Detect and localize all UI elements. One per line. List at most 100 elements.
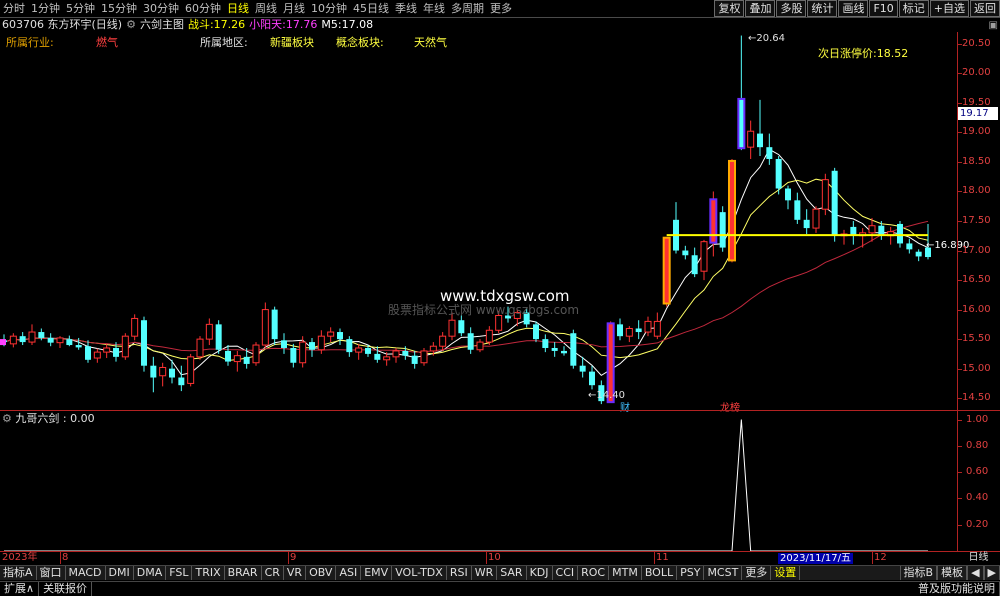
- date-tick-mark: [288, 552, 289, 564]
- period-9[interactable]: 10分钟: [308, 0, 350, 18]
- period-10[interactable]: 45日线: [350, 0, 392, 18]
- period-13[interactable]: 多周期: [448, 0, 487, 18]
- signal-tick-mark: [958, 472, 962, 474]
- candle-body: [141, 320, 147, 366]
- period-6[interactable]: 日线: [224, 0, 252, 18]
- tab-right-1[interactable]: 模板: [937, 566, 968, 580]
- toolbar-button-2[interactable]: 多股: [776, 0, 807, 17]
- candle-body: [794, 200, 801, 220]
- period-4[interactable]: 30分钟: [140, 0, 182, 18]
- indicator-tabs: 指标A 窗口 MACD DMI DMA FSL TRIX BRAR CR VR OBV ASI EMV V…: [0, 566, 801, 580]
- toolbar-button-6[interactable]: 标记: [898, 0, 929, 17]
- indicator-tab-19[interactable]: ROC: [578, 566, 610, 580]
- candle: [737, 35, 746, 151]
- tab-right-3[interactable]: ▶: [983, 566, 1000, 580]
- candle-body: [831, 170, 838, 236]
- candlestick-chart[interactable]: [0, 32, 957, 410]
- period-8[interactable]: 月线: [280, 0, 308, 18]
- toolbar-button-7[interactable]: +自选: [929, 0, 969, 17]
- indicator-tab-12[interactable]: EMV: [361, 566, 393, 580]
- candle: [673, 202, 679, 254]
- period-indicator[interactable]: 日线: [957, 552, 1000, 564]
- candle: [28, 324, 36, 346]
- indicator-tab-20[interactable]: MTM: [609, 566, 642, 580]
- candle-body: [644, 320, 652, 333]
- indicator-tab-24[interactable]: 更多: [742, 566, 772, 580]
- indicator-tab-7[interactable]: BRAR: [225, 566, 262, 580]
- toolbar-right-buttons: 复权 叠加 多股 统计 画线 F10 标记 +自选 返回: [713, 0, 1000, 18]
- indicator-tab-11[interactable]: ASI: [336, 566, 362, 580]
- candle-body: [868, 225, 876, 234]
- candle: [196, 336, 204, 360]
- indicator-tab-0[interactable]: 指标A: [0, 566, 37, 580]
- candle: [794, 192, 801, 224]
- period-12[interactable]: 年线: [420, 0, 448, 18]
- tab-right-2[interactable]: ◀: [967, 566, 984, 580]
- period-5[interactable]: 60分钟: [182, 0, 224, 18]
- tab-bar-right: 指标B 模板 ◀ ▶: [899, 566, 1000, 581]
- period-0[interactable]: 分时: [0, 0, 28, 18]
- signal-chart[interactable]: [0, 411, 957, 551]
- period-14[interactable]: 更多: [487, 0, 515, 18]
- candle-body: [420, 350, 428, 364]
- status-left-1[interactable]: 关联报价: [39, 582, 93, 596]
- indicator-tab-2[interactable]: MACD: [66, 566, 106, 580]
- indicator-tab-18[interactable]: CCI: [553, 566, 579, 580]
- indicator-tab-14[interactable]: RSI: [447, 566, 472, 580]
- candle-body: [290, 347, 297, 363]
- toolbar-button-3[interactable]: 统计: [807, 0, 838, 17]
- indicator-tab-9[interactable]: VR: [284, 566, 307, 580]
- candle: [653, 312, 661, 340]
- price-tick-label: 16.50: [962, 274, 991, 286]
- indicator-tab-13[interactable]: VOL-TDX: [392, 566, 447, 580]
- toolbar-button-8[interactable]: 返回: [970, 0, 1000, 17]
- candle: [261, 302, 269, 348]
- toolbar-button-5[interactable]: F10: [869, 0, 898, 17]
- indicator-tab-15[interactable]: WR: [472, 566, 498, 580]
- tab-right-0[interactable]: 指标B: [899, 566, 938, 580]
- period-3[interactable]: 15分钟: [98, 0, 140, 18]
- indicator-tab-8[interactable]: CR: [262, 566, 284, 580]
- candle-body: [121, 335, 129, 358]
- candle: [589, 365, 595, 390]
- candle: [467, 327, 474, 354]
- date-label: 10: [488, 552, 501, 563]
- price-tick-label: 18.00: [962, 185, 991, 197]
- status-right-0[interactable]: 普及版功能说明: [914, 582, 1000, 596]
- indicator-tab-1[interactable]: 窗口: [37, 566, 66, 580]
- price-tick-label: 19.00: [962, 126, 991, 138]
- period-1[interactable]: 1分钟: [28, 0, 63, 18]
- indicator-tab-22[interactable]: PSY: [677, 566, 705, 580]
- candle: [159, 362, 167, 387]
- date-axis: 2023/11/17/五 日线 2023年 8 9 10 11 12: [0, 551, 1000, 564]
- indicator-tab-23[interactable]: MCST: [704, 566, 743, 580]
- candle-body: [374, 353, 381, 360]
- current-price-box: 19.17: [958, 107, 998, 120]
- indicator-tab-4[interactable]: DMA: [134, 566, 167, 580]
- window-corner-icon[interactable]: ▣: [989, 20, 998, 31]
- period-11[interactable]: 季线: [392, 0, 420, 18]
- indicator-tab-17[interactable]: KDJ: [527, 566, 553, 580]
- date-label: 2023年: [2, 552, 38, 563]
- indicator-tab-5[interactable]: FSL: [166, 566, 193, 580]
- status-left-0[interactable]: 扩展∧: [0, 582, 40, 596]
- period-2[interactable]: 5分钟: [63, 0, 98, 18]
- candle-body: [757, 133, 763, 148]
- candle-body: [150, 365, 157, 378]
- candle-body: [700, 241, 708, 272]
- period-7[interactable]: 周线: [252, 0, 280, 18]
- indicator-tab-21[interactable]: BOLL: [642, 566, 678, 580]
- indicator-name[interactable]: 六剑主图: [140, 18, 184, 32]
- date-tick-mark: [486, 552, 487, 564]
- toolbar-button-1[interactable]: 叠加: [745, 0, 776, 17]
- toolbar-button-4[interactable]: 画线: [838, 0, 869, 17]
- date-tick-mark: [654, 552, 655, 564]
- indicator-tab-25[interactable]: 设置: [771, 566, 801, 580]
- gear-icon[interactable]: ⚙: [126, 18, 136, 32]
- candle: [290, 343, 297, 368]
- toolbar-button-0[interactable]: 复权: [714, 0, 745, 17]
- indicator-tab-16[interactable]: SAR: [497, 566, 527, 580]
- indicator-tab-3[interactable]: DMI: [106, 566, 134, 580]
- indicator-tab-6[interactable]: TRIX: [192, 566, 225, 580]
- indicator-tab-10[interactable]: OBV: [306, 566, 337, 580]
